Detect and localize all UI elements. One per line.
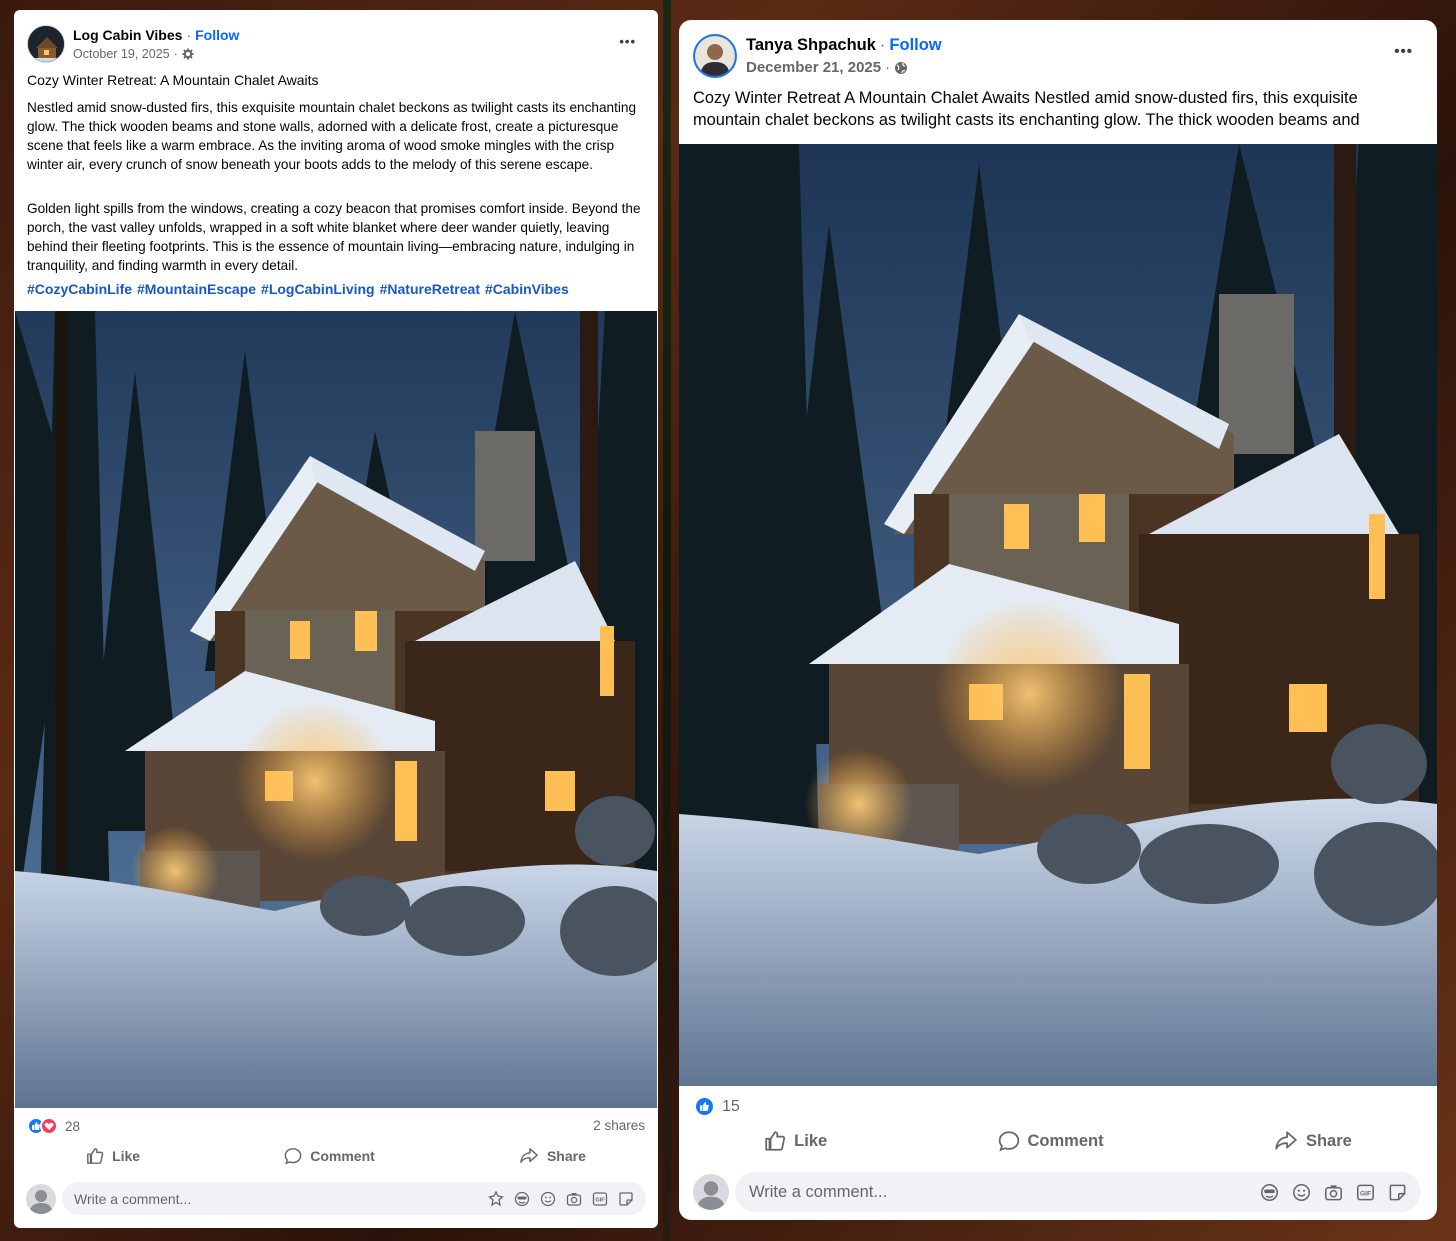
comment-input[interactable]: Write a comment... GIF — [735, 1172, 1421, 1212]
cabin-photo-illustration — [15, 311, 657, 1108]
gif-icon[interactable]: GIF — [1356, 1183, 1375, 1202]
shares-count[interactable]: 2 shares — [593, 1118, 645, 1133]
date-separator: · — [173, 47, 178, 61]
like-label: Like — [794, 1131, 828, 1150]
user-avatar[interactable] — [26, 1183, 56, 1214]
post-date[interactable]: October 19, 2025 — [73, 47, 170, 61]
emoji-mask-icon[interactable] — [514, 1191, 530, 1207]
hashtag-link[interactable]: #LogCabinLiving — [261, 281, 375, 297]
name-separator: · — [879, 36, 886, 54]
user-avatar[interactable] — [693, 1174, 729, 1210]
comment-composer: Write a comment... GIF — [693, 1172, 1423, 1212]
gear-icon — [182, 48, 194, 60]
comment-placeholder: Write a comment... — [74, 1190, 192, 1207]
more-options-button[interactable]: ••• — [619, 34, 636, 49]
post-paragraph-1: Nestled amid snow-dusted firs, this exqu… — [27, 100, 637, 172]
comment-composer: Write a comment... GIF — [26, 1182, 646, 1215]
camera-icon[interactable] — [1324, 1183, 1343, 1202]
svg-text:GIF: GIF — [1360, 1190, 1371, 1197]
post-paragraph-2: Golden light spills from the windows, cr… — [27, 201, 641, 273]
image-divider — [663, 0, 671, 1241]
share-label: Share — [546, 1148, 586, 1164]
reaction-count: 28 — [65, 1118, 81, 1134]
speech-bubble-icon — [284, 1147, 302, 1165]
like-icon — [694, 1096, 715, 1117]
reaction-count: 15 — [722, 1097, 740, 1115]
reaction-summary[interactable]: 15 — [694, 1096, 740, 1117]
smiley-icon[interactable] — [540, 1191, 556, 1207]
author-name[interactable]: Tanya Shpachuk — [746, 36, 876, 55]
comment-placeholder: Write a comment... — [749, 1182, 888, 1201]
cabin-photo-illustration — [679, 144, 1437, 1086]
svg-text:GIF: GIF — [595, 1197, 605, 1203]
share-button[interactable]: Share — [519, 1147, 586, 1165]
comment-button[interactable]: Comment — [998, 1130, 1104, 1152]
thumbs-up-icon — [764, 1130, 786, 1152]
hashtag-link[interactable]: #CozyCabinLife — [27, 281, 132, 297]
share-arrow-icon — [1274, 1130, 1298, 1152]
avatar-sticker-icon[interactable] — [488, 1190, 504, 1207]
post-header: Log Cabin Vibes · Follow October 19, 202… — [27, 25, 239, 63]
hashtag-link[interactable]: #NatureRetreat — [380, 281, 480, 297]
share-label: Share — [1305, 1131, 1352, 1150]
comment-input[interactable]: Write a comment... GIF — [62, 1182, 646, 1215]
post-title: Cozy Winter Retreat: A Mountain Chalet A… — [27, 72, 319, 88]
like-button[interactable]: Like — [86, 1147, 140, 1165]
sticker-icon[interactable] — [618, 1191, 634, 1207]
post-header: Tanya Shpachuk · Follow December 21, 202… — [693, 34, 942, 78]
like-button[interactable]: Like — [764, 1130, 827, 1152]
sticker-icon[interactable] — [1388, 1183, 1407, 1202]
heart-icon — [40, 1117, 58, 1135]
date-separator: · — [885, 59, 891, 76]
speech-bubble-icon — [998, 1130, 1020, 1152]
post-photo[interactable] — [15, 311, 657, 1108]
comment-label: Comment — [310, 1148, 375, 1164]
comment-button[interactable]: Comment — [284, 1147, 375, 1165]
hashtag-link[interactable]: #MountainEscape — [137, 281, 256, 297]
more-options-button[interactable]: ••• — [1394, 43, 1413, 60]
thumbs-up-icon — [86, 1147, 104, 1165]
follow-button[interactable]: Follow — [889, 36, 941, 55]
author-avatar[interactable] — [27, 25, 65, 63]
like-label: Like — [112, 1148, 141, 1164]
follow-button[interactable]: Follow — [195, 27, 239, 43]
action-bar: Like Comment Share — [14, 1143, 658, 1169]
share-button[interactable]: Share — [1274, 1130, 1352, 1152]
author-avatar[interactable] — [693, 34, 737, 78]
hashtag-link[interactable]: #CabinVibes — [485, 281, 569, 297]
gif-icon[interactable]: GIF — [592, 1191, 608, 1207]
post-body: Cozy Winter Retreat A Mountain Chalet Aw… — [693, 89, 1360, 129]
reaction-summary[interactable]: 28 — [27, 1117, 80, 1135]
globe-icon — [894, 61, 908, 75]
emoji-mask-icon[interactable] — [1260, 1183, 1279, 1202]
post-photo[interactable] — [679, 144, 1437, 1086]
hashtag-list: #CozyCabinLife #MountainEscape #LogCabinLi… — [27, 281, 649, 297]
post-date[interactable]: December 21, 2025 — [746, 59, 881, 76]
comment-label: Comment — [1027, 1131, 1104, 1150]
action-bar: Like Comment Share — [679, 1127, 1437, 1155]
right-post-card: Tanya Shpachuk · Follow December 21, 202… — [679, 20, 1437, 1220]
name-separator: · — [186, 27, 192, 43]
author-name[interactable]: Log Cabin Vibes — [73, 27, 182, 43]
smiley-icon[interactable] — [1292, 1183, 1311, 1202]
left-post-card: Log Cabin Vibes · Follow October 19, 202… — [14, 10, 658, 1228]
camera-icon[interactable] — [566, 1191, 582, 1207]
share-arrow-icon — [519, 1147, 539, 1165]
